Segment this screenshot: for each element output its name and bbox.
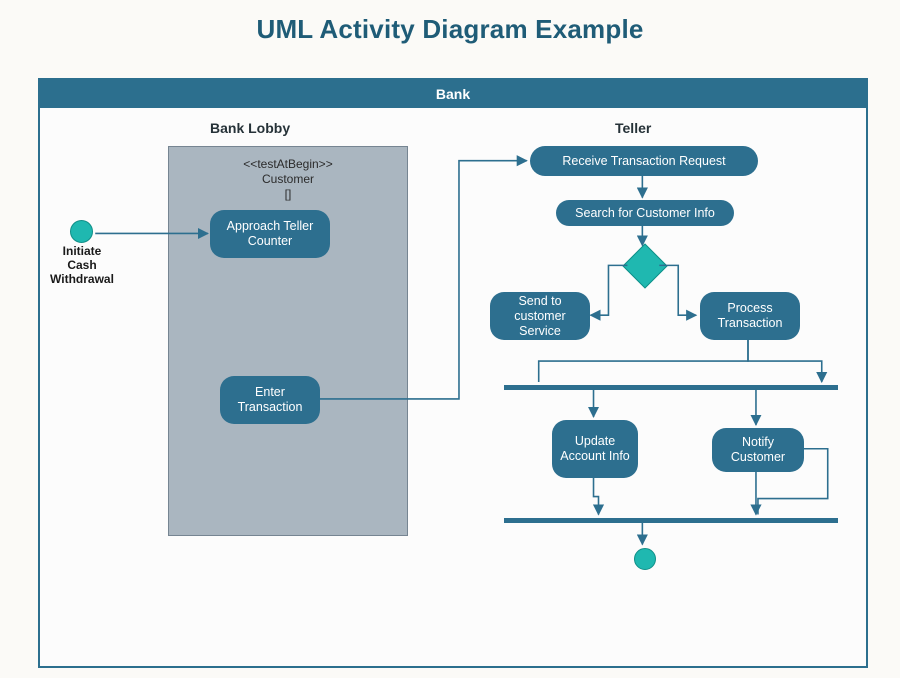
lane-title-teller: Teller	[615, 120, 651, 136]
diagram-stage: UML Activity Diagram Example Bank Bank L…	[0, 0, 900, 678]
stereotype: <<testAtBegin>>	[243, 157, 332, 171]
expansion-region-customer: <<testAtBegin>> Customer []	[168, 146, 408, 536]
initial-label: InitiateCashWithdrawal	[40, 244, 124, 286]
decision-node	[622, 243, 667, 288]
expansion-name: Customer	[262, 172, 314, 186]
container-header: Bank	[40, 80, 866, 108]
activity-notify: Notify Customer	[712, 428, 804, 472]
fork-bar	[504, 385, 838, 390]
join-bar	[504, 518, 838, 523]
expansion-bracket: []	[285, 187, 292, 201]
activity-search: Search for Customer Info	[556, 200, 734, 226]
activity-process: Process Transaction	[700, 292, 800, 340]
bank-container: Bank Bank Lobby Teller <<testAtBegin>> C…	[38, 78, 868, 668]
activity-approach: Approach Teller Counter	[210, 210, 330, 258]
diagram-title: UML Activity Diagram Example	[0, 14, 900, 45]
activity-receive: Receive Transaction Request	[530, 146, 758, 176]
activity-update: Update Account Info	[552, 420, 638, 478]
expansion-label: <<testAtBegin>> Customer []	[169, 157, 407, 202]
lane-title-lobby: Bank Lobby	[210, 120, 290, 136]
activity-send-cs: Send to customer Service	[490, 292, 590, 340]
initial-node	[70, 220, 93, 243]
final-node	[634, 548, 656, 570]
activity-enter: Enter Transaction	[220, 376, 320, 424]
